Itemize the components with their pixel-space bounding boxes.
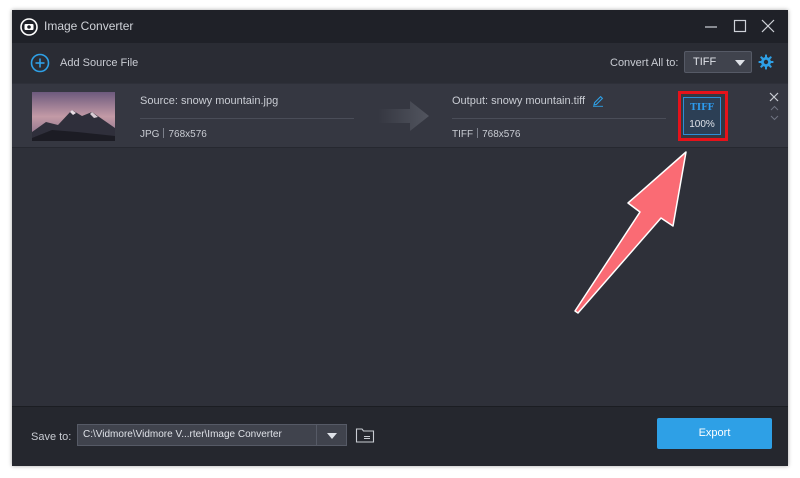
chevron-down-icon [735,60,745,66]
source-format: JPG [140,129,160,140]
source-meta: JPG 768x576 [140,128,207,140]
arrow-right-icon [378,101,429,131]
source-file-name: Source: snowy mountain.jpg [140,95,279,107]
save-path-field[interactable]: C:\Vidmore\Vidmore V...rter\Image Conver… [77,424,317,446]
edit-pencil-icon[interactable] [592,95,604,107]
plus-circle-icon [30,53,50,73]
minimize-icon[interactable] [702,17,720,35]
output-divider [452,118,666,119]
maximize-icon[interactable] [731,17,749,35]
output-file-name: Output: snowy mountain.tiff [452,95,586,107]
folder-icon[interactable] [355,426,375,444]
convert-all-label: Convert All to: [610,57,679,69]
add-source-file-label: Add Source File [60,57,139,69]
convert-all-value: TIFF [693,56,717,68]
chevron-down-icon [327,433,337,439]
file-row[interactable]: Source: snowy mountain.jpg JPG 768x576 Ou… [12,84,788,148]
meta-separator [477,128,479,138]
convert-all-select[interactable]: TIFF [684,51,752,73]
app-window: Image Converter Add Source File Convert … [12,10,788,466]
progress-text: 100% [689,119,715,130]
format-badge: TIFF [690,103,714,113]
save-to-label: Save to: [31,431,72,443]
source-size: 768x576 [168,129,207,140]
image-thumbnail [32,92,115,141]
chevron-down-icon[interactable] [770,115,779,121]
toolbar: Add Source File Convert All to: TIFF [12,43,788,83]
output-format-button[interactable]: TIFF 100% [683,97,721,135]
close-icon[interactable] [759,17,777,35]
output-meta: TIFF 768x576 [452,128,520,140]
chevron-up-icon[interactable] [770,105,779,111]
output-size: 768x576 [482,129,521,140]
add-source-file-button[interactable]: Add Source File [30,52,138,74]
remove-file-icon[interactable] [769,92,779,102]
save-path-dropdown[interactable] [317,424,347,446]
app-title: Image Converter [44,19,134,33]
output-format: TIFF [452,129,474,140]
footer-bar: Save to: C:\Vidmore\Vidmore V...rter\Ima… [12,406,788,466]
gear-icon[interactable] [758,54,774,70]
converter-logo-icon [20,18,38,36]
title-bar: Image Converter [12,10,788,43]
export-button[interactable]: Export [657,418,772,449]
source-divider [140,118,354,119]
meta-separator [163,128,165,138]
